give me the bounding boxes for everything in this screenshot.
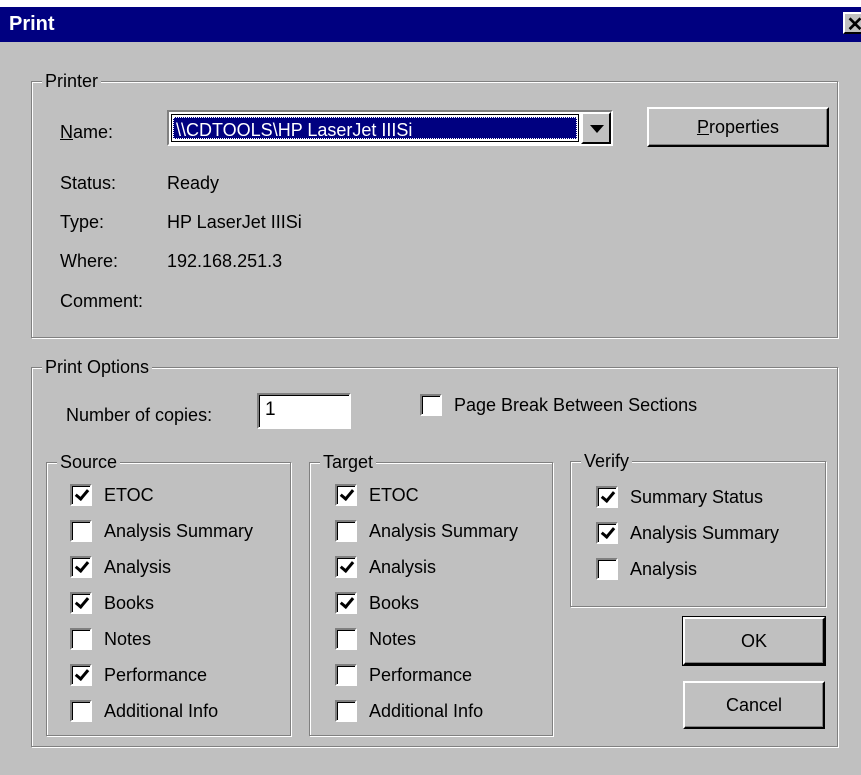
- status-label: Status:: [60, 173, 117, 193]
- target-checkbox-1[interactable]: [335, 520, 357, 542]
- source-label-1: Analysis Summary: [104, 521, 254, 541]
- source-checkbox-4[interactable]: [70, 628, 92, 650]
- target-checkbox-0[interactable]: [335, 484, 357, 506]
- verify-label-2: Analysis: [630, 559, 698, 579]
- source-label-4: Notes: [104, 629, 152, 649]
- source-checkbox-0[interactable]: [70, 484, 92, 506]
- target-label-2: Analysis: [369, 557, 437, 577]
- print-options-label: Print Options: [42, 356, 153, 378]
- target-label-3: Books: [369, 593, 420, 613]
- verify-checkbox-1[interactable]: [596, 522, 618, 544]
- source-label-0: ETOC: [104, 485, 154, 505]
- target-checkbox-5[interactable]: [335, 664, 357, 686]
- comment-label: Comment:: [60, 291, 144, 311]
- name-label-rest: ame:: [73, 122, 114, 142]
- cancel-button[interactable]: Cancel: [683, 681, 825, 729]
- verify-label-1: Analysis Summary: [630, 523, 780, 543]
- target-label-6: Additional Info: [369, 701, 484, 721]
- page-break-checkbox[interactable]: [420, 394, 442, 416]
- copies-label: Number of copies:: [66, 405, 213, 425]
- target-checkbox-4[interactable]: [335, 628, 357, 650]
- target-label-5: Performance: [369, 665, 473, 685]
- source-label-5: Performance: [104, 665, 208, 685]
- source-checkbox-2[interactable]: [70, 556, 92, 578]
- printer-name-value: \\CDTOOLS\HP LaserJet IIISi: [173, 117, 577, 140]
- name-label: Name:: [60, 121, 113, 143]
- target-checkbox-3[interactable]: [335, 592, 357, 614]
- verify-label-0: Summary Status: [630, 487, 764, 507]
- target-label-0: ETOC: [369, 485, 419, 505]
- target-checkbox-6[interactable]: [335, 700, 357, 722]
- name-label-accel: N: [60, 122, 73, 142]
- verify-checkbox-2[interactable]: [596, 558, 618, 580]
- source-checkbox-6[interactable]: [70, 700, 92, 722]
- printer-name-field: \\CDTOOLS\HP LaserJet IIISi: [171, 114, 579, 142]
- properties-label-rest: roperties: [708, 117, 780, 137]
- target-checkbox-2[interactable]: [335, 556, 357, 578]
- copies-input[interactable]: 1: [257, 393, 351, 429]
- window-title: Print: [9, 13, 55, 35]
- target-group-label: Target: [320, 451, 377, 473]
- where-value: 192.168.251.3: [167, 251, 283, 271]
- status-value: Ready: [167, 173, 220, 193]
- printer-group-label: Printer: [42, 70, 102, 92]
- page-break-label: Page Break Between Sections: [454, 395, 698, 415]
- source-label-3: Books: [104, 593, 155, 613]
- printer-name-select[interactable]: \\CDTOOLS\HP LaserJet IIISi: [167, 110, 613, 146]
- source-label-6: Additional Info: [104, 701, 219, 721]
- properties-accel: P: [696, 117, 709, 137]
- source-checkbox-5[interactable]: [70, 664, 92, 686]
- close-button[interactable]: ✕: [843, 12, 861, 36]
- source-checkbox-3[interactable]: [70, 592, 92, 614]
- dropdown-arrow-icon[interactable]: [581, 112, 611, 144]
- type-label: Type:: [60, 212, 105, 232]
- verify-checkbox-0[interactable]: [596, 486, 618, 508]
- properties-button[interactable]: Properties: [647, 107, 829, 147]
- print-dialog: Print ✕ Printer Name: \\CDTOOLS\HP Laser…: [0, 7, 861, 775]
- source-checkbox-1[interactable]: [70, 520, 92, 542]
- ok-button[interactable]: OK: [682, 616, 826, 666]
- target-label-4: Notes: [369, 629, 417, 649]
- type-value: HP LaserJet IIISi: [167, 212, 302, 232]
- verify-group-label: Verify: [581, 450, 633, 472]
- where-label: Where:: [60, 251, 119, 271]
- source-group-label: Source: [57, 451, 121, 473]
- source-label-2: Analysis: [104, 557, 172, 577]
- title-bar: Print ✕: [0, 7, 861, 42]
- target-label-1: Analysis Summary: [369, 521, 519, 541]
